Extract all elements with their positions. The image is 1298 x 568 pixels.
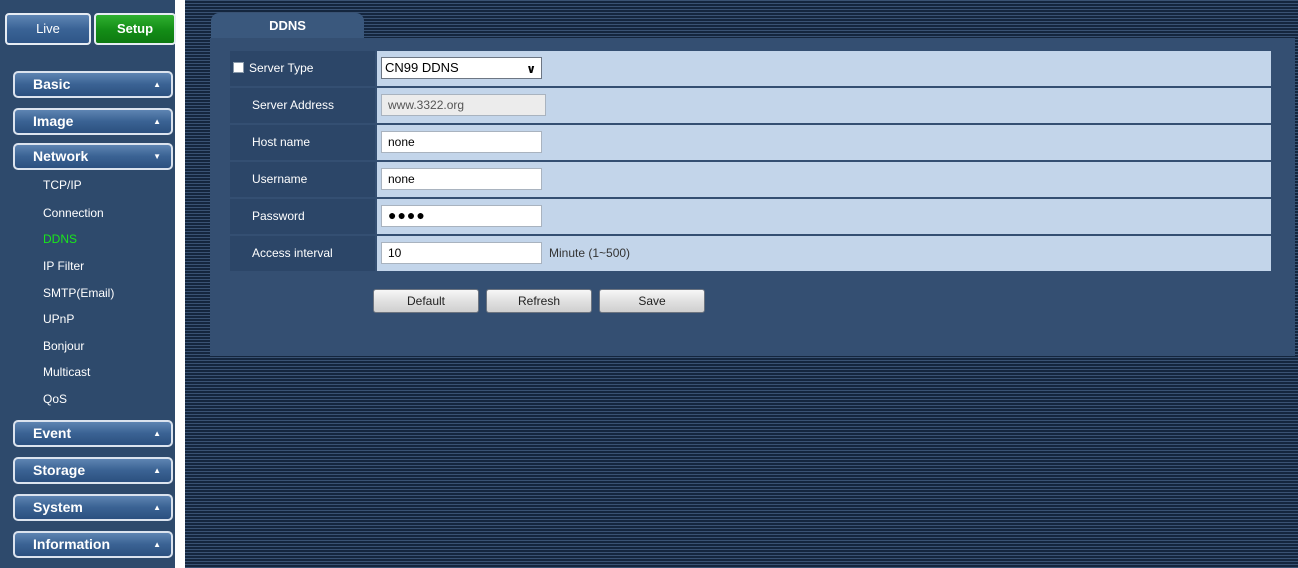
sidebar-item-multicast[interactable]: Multicast	[43, 365, 90, 379]
access-interval-field[interactable]: 10	[381, 242, 542, 264]
expand-arrow-icon: ▲	[153, 80, 161, 89]
setup-button[interactable]: Setup	[94, 13, 176, 45]
server-address-field: www.3322.org	[381, 94, 546, 116]
username-label: Username	[230, 162, 375, 197]
save-button[interactable]: Save	[599, 289, 705, 313]
host-name-field[interactable]: none	[381, 131, 542, 153]
password-label: Password	[230, 199, 375, 234]
access-interval-row: Access interval 10 Minute (1~500)	[230, 236, 1271, 271]
sidebar-item-qos[interactable]: QoS	[43, 392, 67, 406]
sidebar-item-upnp[interactable]: UPnP	[43, 312, 74, 326]
expand-arrow-icon: ▲	[153, 540, 161, 549]
access-interval-label: Access interval	[230, 236, 375, 271]
server-address-value-cell: www.3322.org	[377, 88, 1271, 123]
menu-storage-label: Storage	[33, 462, 86, 478]
menu-event-label: Event	[33, 425, 72, 441]
sidebar-item-tcpip[interactable]: TCP/IP	[43, 178, 82, 192]
expand-arrow-icon: ▲	[153, 503, 161, 512]
menu-system[interactable]: System ▲	[13, 494, 173, 521]
expand-arrow-icon: ▲	[153, 429, 161, 438]
chevron-down-icon: ∨	[526, 62, 536, 76]
server-type-row: Server Type CN99 DDNS ∨	[230, 51, 1271, 86]
top-nav: Live Setup	[5, 13, 177, 45]
expand-arrow-icon: ▲	[153, 117, 161, 126]
menu-storage[interactable]: Storage ▲	[13, 457, 173, 484]
server-type-label: Server Type	[249, 61, 314, 75]
menu-network-label: Network	[33, 148, 89, 164]
main-content: DDNS Server Type CN99 DDNS ∨ Server Addr…	[185, 0, 1298, 568]
sidebar-item-connection[interactable]: Connection	[43, 206, 104, 220]
server-type-checkbox[interactable]	[233, 62, 244, 74]
server-address-row: Server Address www.3322.org	[230, 88, 1271, 123]
sidebar: Live Setup Basic ▲ Image ▲ Network ▼ TCP…	[0, 0, 178, 568]
live-button[interactable]: Live	[5, 13, 91, 45]
access-interval-value-cell: 10 Minute (1~500)	[377, 236, 1271, 271]
access-interval-hint: Minute (1~500)	[549, 246, 631, 260]
host-name-row: Host name none	[230, 125, 1271, 160]
refresh-button[interactable]: Refresh	[486, 289, 592, 313]
sidebar-item-ddns[interactable]: DDNS	[43, 232, 77, 246]
menu-information-label: Information	[33, 536, 110, 552]
sidebar-item-smtp[interactable]: SMTP(Email)	[43, 286, 114, 300]
menu-basic-label: Basic	[33, 76, 71, 92]
username-field[interactable]: none	[381, 168, 542, 190]
menu-network[interactable]: Network ▼	[13, 143, 173, 170]
default-button[interactable]: Default	[373, 289, 479, 313]
password-field[interactable]: ●●●●	[381, 205, 542, 227]
ddns-settings-panel: Server Type CN99 DDNS ∨ Server Address w…	[210, 38, 1295, 356]
sidebar-item-ip-filter[interactable]: IP Filter	[43, 259, 84, 273]
username-row: Username none	[230, 162, 1271, 197]
server-type-select[interactable]: CN99 DDNS ∨	[381, 57, 542, 79]
tab-ddns[interactable]: DDNS	[211, 13, 364, 38]
menu-system-label: System	[33, 499, 83, 515]
expand-arrow-icon: ▲	[153, 466, 161, 475]
server-address-label: Server Address	[230, 88, 375, 123]
server-type-selected: CN99 DDNS	[385, 60, 459, 75]
menu-image[interactable]: Image ▲	[13, 108, 173, 135]
server-type-value-cell: CN99 DDNS ∨	[377, 51, 1271, 86]
password-row: Password ●●●●	[230, 199, 1271, 234]
password-value-cell: ●●●●	[377, 199, 1271, 234]
menu-information[interactable]: Information ▲	[13, 531, 173, 558]
sidebar-item-bonjour[interactable]: Bonjour	[43, 339, 84, 353]
menu-basic[interactable]: Basic ▲	[13, 71, 173, 98]
username-value-cell: none	[377, 162, 1271, 197]
host-name-label: Host name	[230, 125, 375, 160]
collapse-arrow-icon: ▼	[153, 152, 161, 161]
server-type-label-cell: Server Type	[230, 51, 375, 86]
menu-event[interactable]: Event ▲	[13, 420, 173, 447]
menu-image-label: Image	[33, 113, 74, 129]
host-name-value-cell: none	[377, 125, 1271, 160]
